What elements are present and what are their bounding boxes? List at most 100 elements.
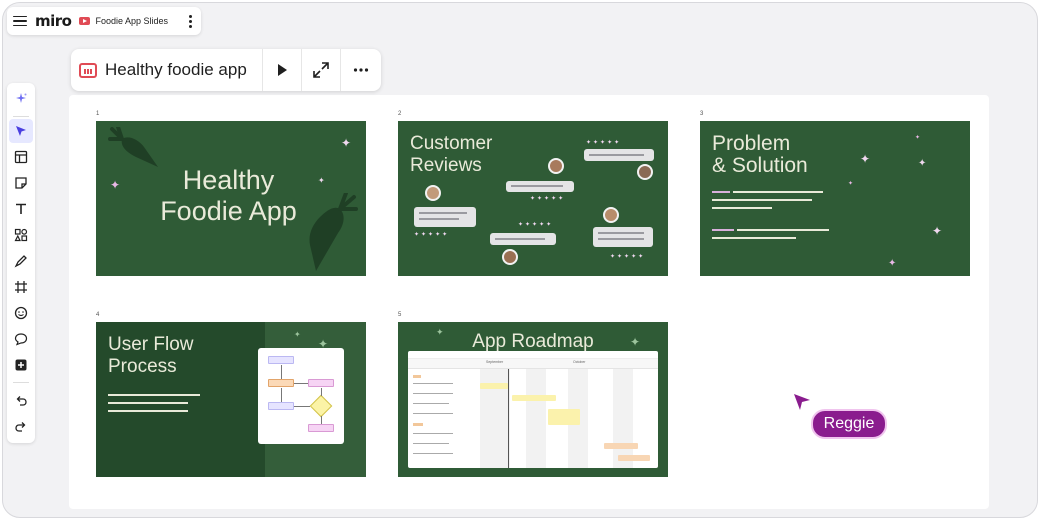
review-bubble: [414, 207, 476, 227]
slide-title-line: Reviews: [410, 154, 482, 176]
sticky-note-icon[interactable]: [9, 171, 33, 195]
text-placeholder: [712, 207, 772, 209]
presentation-icon: [79, 62, 97, 78]
play-button[interactable]: [263, 49, 302, 91]
slides-icon: [79, 17, 91, 25]
shapes-icon[interactable]: [9, 223, 33, 247]
text-icon[interactable]: [9, 197, 33, 221]
slide-5[interactable]: App Roadmap ✦ ✦ September October: [398, 322, 668, 477]
presentation-header: Healthy foodie app: [71, 49, 381, 91]
slide-title-line: Foodie App: [160, 196, 297, 227]
more-icon: [353, 68, 368, 72]
slide-title-line: Problem: [712, 132, 791, 155]
sparkle-icon: ✦: [294, 330, 301, 339]
review-bubble: [506, 181, 574, 192]
sparkle-icon: ✦: [436, 327, 444, 337]
text-placeholder: [737, 229, 829, 231]
text-placeholder: [712, 237, 796, 239]
sparkle-icon: ✦: [341, 136, 352, 150]
slide-4[interactable]: User Flow Process ✦ ✦: [96, 322, 366, 477]
slide-number: 2: [398, 111, 402, 117]
roadmap-bar: [618, 455, 650, 461]
sparkle-icon: ✦: [915, 135, 921, 141]
review-bubble: [593, 227, 653, 247]
avatar: [603, 207, 619, 223]
text-placeholder: [108, 410, 188, 412]
flow-node: [268, 379, 294, 387]
rating-stars: ✦✦✦✦✦: [610, 254, 646, 260]
slide-number: 1: [96, 111, 100, 117]
roadmap-month: October: [573, 360, 586, 364]
slide-title: User Flow Process: [108, 334, 194, 378]
template-icon[interactable]: [9, 145, 33, 169]
slide-title: Healthy Foodie App: [96, 165, 361, 227]
slide-title-line: User Flow: [108, 334, 194, 355]
flow-node: [268, 402, 294, 410]
magic-icon[interactable]: [9, 87, 33, 111]
slide-title-line: Customer: [410, 133, 493, 154]
menu-icon[interactable]: [13, 14, 27, 28]
flow-decision: [309, 394, 333, 418]
pen-icon[interactable]: [9, 249, 33, 273]
text-placeholder: [712, 199, 812, 201]
add-icon[interactable]: [9, 353, 33, 377]
slide-1[interactable]: ✦ ✦ ✦ Healthy Foodie App: [96, 121, 366, 276]
text-placeholder: [712, 229, 734, 231]
avatar: [502, 249, 518, 265]
play-icon: [278, 64, 287, 76]
slide-3[interactable]: Problem & Solution ✦ ✦ ✦ ✦ ✦ ✦: [700, 121, 970, 276]
slide-title-line: & Solution: [712, 154, 808, 178]
review-bubble: [490, 233, 556, 245]
roadmap-bar: [548, 409, 580, 425]
collaborator-cursor-icon: [794, 394, 810, 410]
redo-icon[interactable]: [9, 415, 33, 439]
board-name-label: Foodie App Slides: [95, 16, 169, 26]
sparkle-icon: ✦: [860, 152, 871, 166]
more-options-button[interactable]: [341, 49, 380, 91]
flow-node: [268, 356, 294, 364]
text-placeholder: [712, 191, 730, 193]
slide-title: Customer Reviews: [410, 133, 492, 177]
review-bubble: [584, 149, 654, 161]
carrot-icon: [108, 127, 158, 167]
roadmap-bar: [480, 383, 508, 389]
app-bar: miro Foodie App Slides: [7, 7, 201, 35]
presentation-title-group[interactable]: Healthy foodie app: [71, 49, 263, 91]
sparkle-icon: ✦: [932, 224, 943, 238]
board-name[interactable]: Foodie App Slides: [79, 16, 168, 26]
emoji-icon[interactable]: [9, 301, 33, 325]
slide-2[interactable]: Customer Reviews ✦✦✦✦✦ ✦✦✦✦✦ ✦✦✦✦✦ ✦✦✦✦✦…: [398, 121, 668, 276]
roadmap-bar: [604, 443, 638, 449]
presentation-title: Healthy foodie app: [105, 60, 247, 79]
undo-icon[interactable]: [9, 389, 33, 413]
sparkle-icon: ✦: [918, 158, 927, 169]
roadmap-bar: [512, 395, 556, 401]
select-icon[interactable]: [9, 119, 33, 143]
slide-title-line: Healthy: [182, 165, 275, 195]
board-options-icon[interactable]: [185, 14, 195, 28]
expand-icon: [313, 62, 329, 78]
slide-number: 3: [700, 111, 704, 117]
avatar: [425, 185, 441, 201]
rating-stars: ✦✦✦✦✦: [530, 196, 566, 202]
comment-icon[interactable]: [9, 327, 33, 351]
sparkle-icon: ✦: [630, 335, 641, 349]
fullscreen-button[interactable]: [302, 49, 341, 91]
flow-node: [308, 379, 334, 387]
miro-logo: miro: [35, 12, 72, 30]
board-window: miro Foodie App Slides Healthy foodie ap…: [2, 2, 1038, 518]
avatar: [637, 164, 653, 180]
text-placeholder: [733, 191, 823, 193]
collaborator-name-tag: Reggie: [811, 409, 887, 439]
slide-title: Problem & Solution: [712, 132, 808, 178]
slide-number: 4: [96, 312, 100, 318]
text-placeholder: [108, 402, 188, 404]
avatar: [548, 158, 564, 174]
text-placeholder: [108, 394, 200, 396]
frame-icon[interactable]: [9, 275, 33, 299]
flow-node: [308, 424, 334, 432]
flow-diagram: [258, 348, 344, 444]
sparkle-icon: ✦: [888, 258, 897, 269]
rating-stars: ✦✦✦✦✦: [414, 232, 450, 238]
slide-number: 5: [398, 312, 402, 318]
